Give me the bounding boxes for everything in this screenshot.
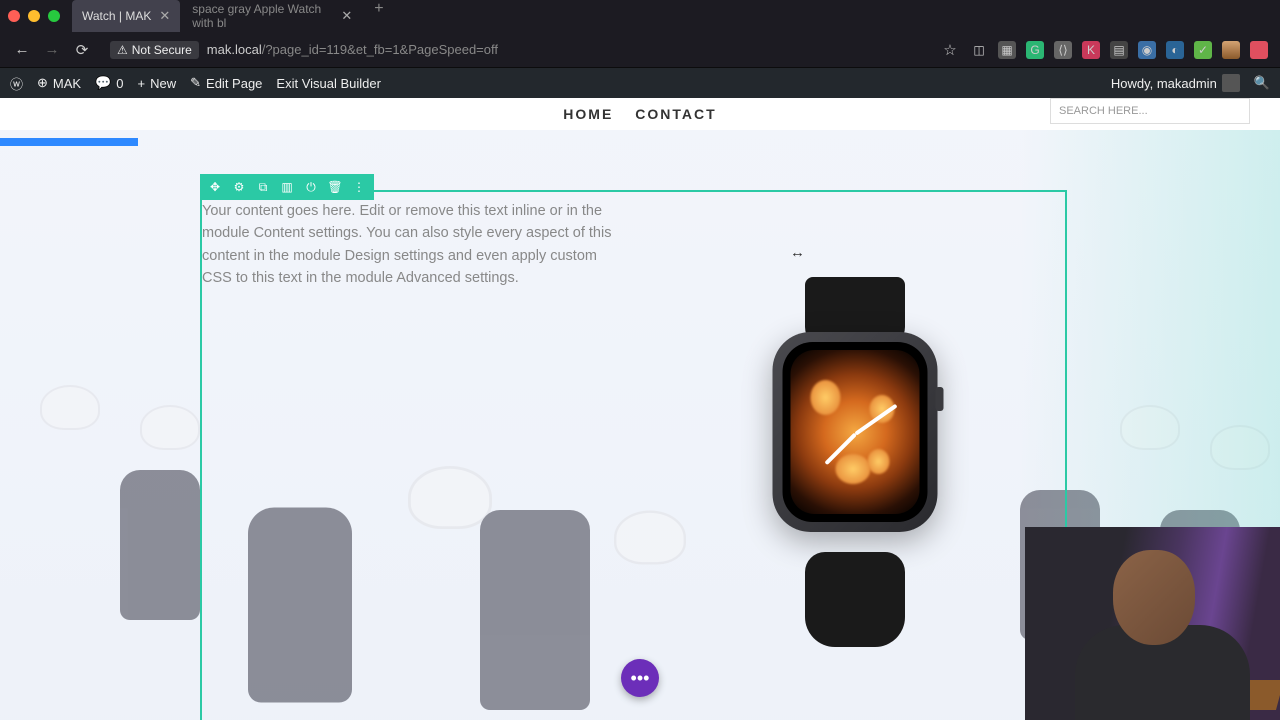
- wp-logo-icon[interactable]: ⓦ: [10, 74, 23, 93]
- url-text: mak.local/?page_id=119&et_fb=1&PageSpeed…: [207, 42, 498, 57]
- wp-edit-page-link[interactable]: ✎ Edit Page: [190, 75, 262, 91]
- window-controls: [8, 10, 60, 22]
- grammarly-icon[interactable]: G: [1026, 41, 1044, 59]
- extension-icon[interactable]: K: [1082, 41, 1100, 59]
- tabs-container: Watch | MAK ✕ space gray Apple Watch wit…: [72, 0, 394, 32]
- wp-search-icon[interactable]: 🔍: [1254, 75, 1270, 91]
- power-icon[interactable]: ⏻: [304, 180, 318, 194]
- wp-admin-bar: ⓦ ⊕ MAK 💬 0 + New ✎ Edit Page Exit Visua…: [0, 68, 1280, 98]
- wp-admin-right: Howdy, makadmin 🔍: [1111, 74, 1270, 92]
- wp-comments-link[interactable]: 💬 0: [95, 75, 123, 91]
- webcam-presenter: [1075, 540, 1250, 720]
- extension-icon[interactable]: ⟨⟩: [1054, 41, 1072, 59]
- nav-home[interactable]: HOME: [563, 106, 613, 122]
- divi-row-outline[interactable]: ✥ ⚙ ⧉ ▥ ⏻ 🗑 ⋮ Your content goes here. Ed…: [200, 190, 1067, 720]
- security-badge[interactable]: ⚠ Not Secure: [110, 41, 199, 59]
- close-tab-icon[interactable]: ✕: [159, 8, 170, 24]
- maximize-window-icon[interactable]: [48, 10, 60, 22]
- minimize-window-icon[interactable]: [28, 10, 40, 22]
- profile-avatar-icon[interactable]: [1222, 41, 1240, 59]
- extension-icon[interactable]: ✓: [1194, 41, 1212, 59]
- duplicate-icon[interactable]: ⧉: [256, 180, 270, 194]
- wp-howdy-link[interactable]: Howdy, makadmin: [1111, 74, 1240, 92]
- user-avatar-icon: [1222, 74, 1240, 92]
- url-field[interactable]: ⚠ Not Secure mak.local/?page_id=119&et_f…: [102, 41, 930, 59]
- pocket-icon[interactable]: ◫: [970, 41, 988, 59]
- extension-icon[interactable]: ▤: [1110, 41, 1128, 59]
- reload-button[interactable]: ⟳: [72, 41, 92, 59]
- search-input[interactable]: SEARCH HERE...: [1050, 98, 1250, 124]
- tab-title: Watch | MAK: [82, 9, 151, 23]
- extension-icon[interactable]: ◉: [1138, 41, 1156, 59]
- site-header: HOME CONTACT SEARCH HERE...: [0, 98, 1280, 130]
- divi-section-handle[interactable]: [0, 138, 138, 146]
- close-tab-icon[interactable]: ✕: [341, 8, 352, 24]
- tab-unsplash[interactable]: space gray Apple Watch with bl ✕: [182, 0, 362, 32]
- address-bar: ← → ⟳ ⚠ Not Secure mak.local/?page_id=11…: [0, 32, 1280, 68]
- columns-icon[interactable]: ▥: [280, 180, 294, 194]
- wp-admin-left: ⓦ ⊕ MAK 💬 0 + New ✎ Edit Page Exit Visua…: [10, 74, 381, 93]
- close-window-icon[interactable]: [8, 10, 20, 22]
- more-icon[interactable]: ⋮: [352, 180, 366, 194]
- move-icon[interactable]: ✥: [208, 180, 222, 194]
- gear-icon[interactable]: ⚙: [232, 180, 246, 194]
- new-tab-button[interactable]: +: [364, 0, 393, 32]
- column-resize-handle[interactable]: ↔: [790, 244, 805, 261]
- watch-case: [773, 332, 938, 532]
- extension-icon[interactable]: ▦: [998, 41, 1016, 59]
- extension-icon[interactable]: ◐: [1166, 41, 1184, 59]
- trash-icon[interactable]: 🗑: [328, 180, 342, 194]
- tab-watch-mak[interactable]: Watch | MAK ✕: [72, 0, 180, 32]
- watch-image[interactable]: [755, 277, 955, 647]
- wp-new-link[interactable]: + New: [138, 76, 177, 91]
- divi-fab-button[interactable]: •••: [621, 659, 659, 697]
- wp-site-link[interactable]: ⊕ MAK: [37, 75, 81, 91]
- module-placeholder-text[interactable]: Your content goes here. Edit or remove t…: [202, 200, 617, 290]
- bookmark-star-icon[interactable]: ☆: [940, 41, 960, 59]
- browser-tab-strip: Watch | MAK ✕ space gray Apple Watch wit…: [0, 0, 1280, 32]
- webcam-overlay: [1025, 527, 1280, 720]
- watch-screen: [783, 342, 928, 522]
- divi-module-toolbar: ✥ ⚙ ⧉ ▥ ⏻ 🗑 ⋮: [200, 174, 374, 200]
- tab-title: space gray Apple Watch with bl: [192, 2, 333, 30]
- watch-face-fire: [791, 350, 920, 514]
- extension-icons: ◫ ▦ G ⟨⟩ K ▤ ◉ ◐ ✓: [970, 41, 1268, 59]
- extension-icon[interactable]: [1250, 41, 1268, 59]
- watch-band-bottom: [805, 552, 905, 647]
- back-button[interactable]: ←: [12, 41, 32, 58]
- forward-button[interactable]: →: [42, 41, 62, 58]
- watch-crown: [936, 387, 944, 411]
- wp-exit-vb-link[interactable]: Exit Visual Builder: [276, 76, 381, 91]
- nav-contact[interactable]: CONTACT: [635, 106, 716, 122]
